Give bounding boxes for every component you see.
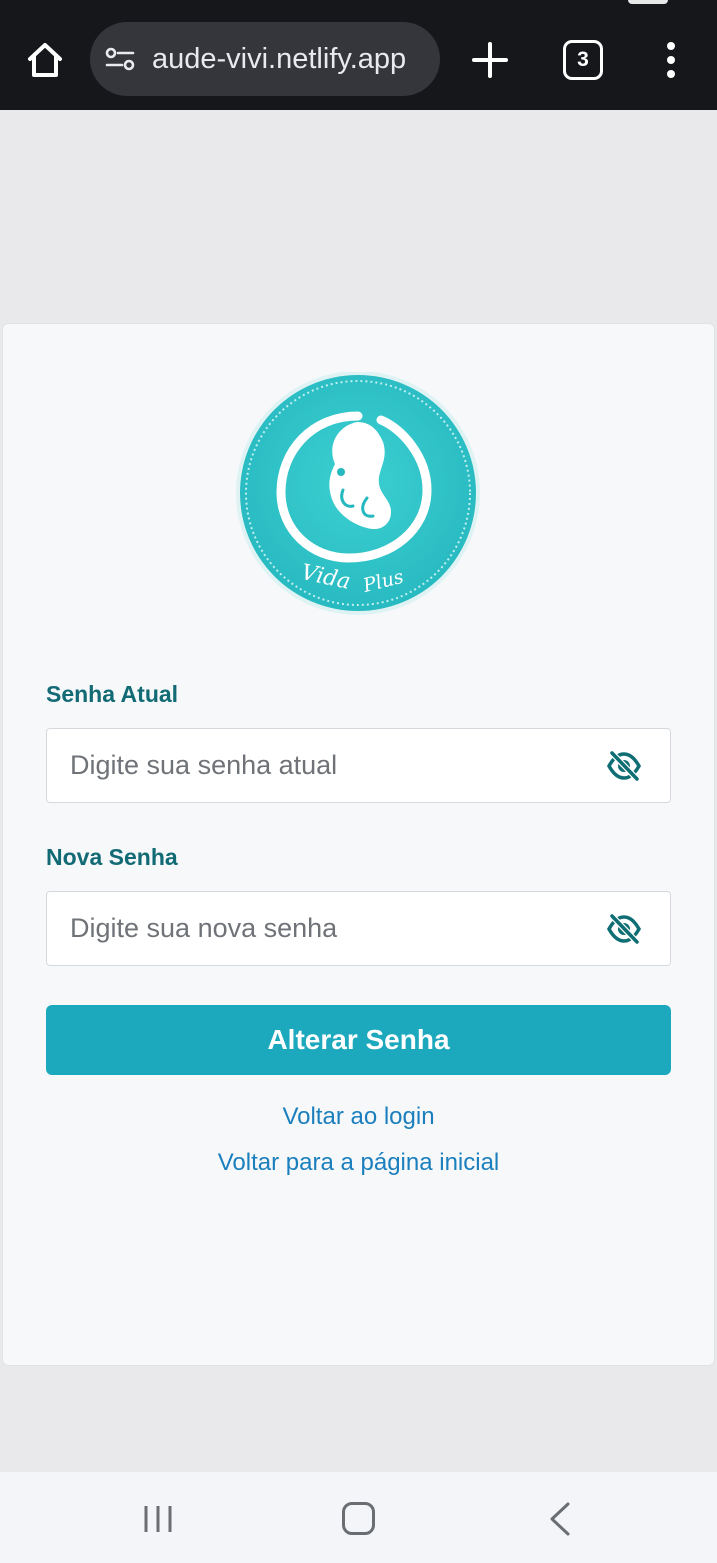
nav-home-icon[interactable]	[342, 1502, 375, 1535]
browser-toolbar: aude-vivi.netlify.app 3	[0, 0, 717, 110]
current-password-field	[46, 728, 671, 803]
vida-plus-logo: Vida Plus	[236, 372, 480, 615]
browser-home-button[interactable]	[22, 38, 68, 82]
new-password-input[interactable]	[47, 892, 587, 964]
tab-switcher-button[interactable]: 3	[563, 40, 603, 80]
recents-icon[interactable]	[142, 1504, 174, 1534]
back-to-home-link[interactable]: Voltar para a página inicial	[0, 1149, 717, 1177]
back-icon[interactable]	[546, 1502, 572, 1536]
system-navigation-bar	[0, 1472, 717, 1563]
eye-off-icon[interactable]	[606, 912, 642, 946]
current-password-label: Senha Atual	[46, 681, 179, 707]
back-to-login-link[interactable]: Voltar ao login	[0, 1103, 717, 1131]
new-password-label: Nova Senha	[46, 844, 178, 870]
status-bar-fragment	[628, 0, 668, 4]
url-text[interactable]: aude-vivi.netlify.app	[152, 22, 422, 96]
current-password-input[interactable]	[47, 729, 587, 801]
site-settings-icon[interactable]	[104, 45, 136, 73]
change-password-button[interactable]: Alterar Senha	[46, 1005, 671, 1075]
home-icon	[28, 43, 62, 77]
new-password-field	[46, 891, 671, 966]
address-bar[interactable]: aude-vivi.netlify.app	[90, 22, 440, 96]
more-vertical-icon[interactable]	[654, 40, 688, 80]
eye-off-icon[interactable]	[606, 749, 642, 783]
plus-icon[interactable]	[468, 38, 512, 82]
